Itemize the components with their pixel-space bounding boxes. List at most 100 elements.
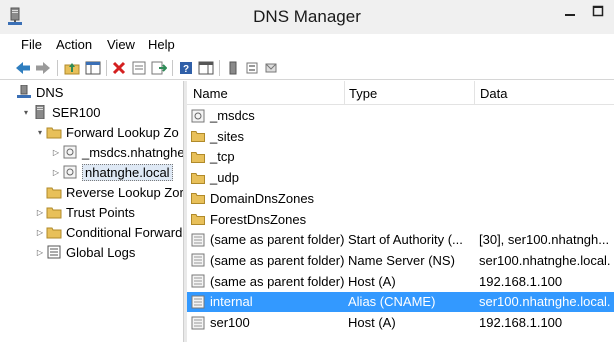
properties-icon[interactable] bbox=[130, 59, 148, 77]
up-folder-icon[interactable] bbox=[63, 59, 81, 77]
record-name: _udp bbox=[210, 170, 239, 186]
record-icon bbox=[191, 274, 205, 288]
menu-action[interactable]: Action bbox=[56, 37, 92, 52]
list-row[interactable]: (same as parent folder) Host (A) 192.168.1… bbox=[187, 272, 614, 292]
cell-name: (same as parent folder) bbox=[191, 274, 345, 289]
folder-icon bbox=[191, 191, 205, 205]
tree-expander[interactable]: ▾ bbox=[34, 128, 46, 137]
record-icon bbox=[191, 253, 205, 267]
record-data: 192.168.1.100 bbox=[479, 315, 563, 330]
record-name: _tcp bbox=[210, 149, 235, 165]
tree-node-forward-lookup-zones[interactable]: ▾ Forward Lookup Zo bbox=[34, 122, 179, 142]
record-name: DomainDnsZones bbox=[210, 190, 315, 206]
column-divider[interactable] bbox=[474, 81, 475, 105]
minimize-button[interactable] bbox=[555, 0, 584, 22]
cell-name: _tcp bbox=[191, 149, 345, 164]
list-row[interactable]: ser100 Host (A) 192.168.1.100 bbox=[187, 313, 614, 333]
tree-node-ser100[interactable]: ▾ SER100 bbox=[20, 102, 100, 122]
cell-name: _msdcs bbox=[191, 108, 345, 123]
column-header-data[interactable]: Data bbox=[480, 86, 507, 101]
dns-icon bbox=[16, 85, 32, 99]
menu-file[interactable]: File bbox=[21, 37, 42, 52]
log-icon bbox=[46, 245, 62, 259]
cell-name: _udp bbox=[191, 170, 345, 185]
tree-expander[interactable]: ▾ bbox=[20, 108, 32, 117]
record-name: (same as parent folder) bbox=[210, 252, 345, 268]
record-data: ser100.nhatnghe.local. bbox=[479, 252, 611, 268]
server-icon bbox=[32, 105, 48, 119]
column-header-name[interactable]: Name bbox=[193, 86, 228, 101]
folder-icon bbox=[191, 129, 205, 143]
list-row[interactable]: _udp bbox=[187, 168, 614, 188]
record-data: [30], ser100.nhatngh... bbox=[479, 232, 610, 248]
tree-label: Reverse Lookup Zor bbox=[66, 184, 183, 200]
tree-label: Forward Lookup Zo bbox=[66, 124, 179, 140]
tree-node-reverse-lookup-zones[interactable]: Reverse Lookup Zor bbox=[34, 182, 183, 202]
cell-name: DomainDnsZones bbox=[191, 191, 345, 206]
column-divider[interactable] bbox=[344, 81, 345, 105]
list-row[interactable]: _sites bbox=[187, 127, 614, 147]
menu-bar: File Action View Help bbox=[0, 34, 614, 56]
record-list: Name Type Data _msdcs _sites _tcp _udp Domai… bbox=[187, 81, 614, 342]
list-row[interactable]: _msdcs bbox=[187, 106, 614, 126]
record-type: Host (A) bbox=[348, 273, 396, 289]
tree-label: Conditional Forward bbox=[66, 224, 183, 240]
tree-node-msdcs-zone[interactable]: ▷ _msdcs.nhatnghe bbox=[50, 142, 183, 162]
show-hide-action-pane-icon[interactable] bbox=[197, 59, 215, 77]
list-row[interactable]: ForestDnsZones bbox=[187, 210, 614, 230]
tree-label: Trust Points bbox=[66, 204, 135, 220]
tree-node-global-logs[interactable]: ▷ Global Logs bbox=[34, 242, 135, 262]
export-list-icon[interactable] bbox=[150, 59, 168, 77]
list-row[interactable]: (same as parent folder) Name Server (NS) s… bbox=[187, 251, 614, 271]
folder-icon bbox=[191, 212, 205, 226]
folder-icon bbox=[191, 150, 205, 164]
forward-arrow-icon[interactable] bbox=[34, 59, 52, 77]
tree-expander[interactable]: ▷ bbox=[50, 148, 62, 157]
new-host-icon[interactable] bbox=[224, 59, 242, 77]
record-name: internal bbox=[210, 294, 253, 310]
back-arrow-icon[interactable] bbox=[14, 59, 32, 77]
svg-text:?: ? bbox=[183, 64, 189, 75]
record-icon bbox=[191, 233, 205, 247]
window-title: DNS Manager bbox=[253, 7, 361, 26]
cell-name: _sites bbox=[191, 129, 345, 144]
folder-icon bbox=[191, 171, 205, 185]
tree-node-conditional-forwarders[interactable]: ▷ Conditional Forward bbox=[34, 222, 182, 242]
tree-expander[interactable]: ▷ bbox=[34, 228, 46, 237]
list-row[interactable]: DomainDnsZones bbox=[187, 189, 614, 209]
tree-node-nhatnghe-local[interactable]: ▷ nhatnghe.local bbox=[50, 162, 173, 182]
tree-expander[interactable]: ▷ bbox=[50, 168, 62, 177]
cell-name: ForestDnsZones bbox=[191, 212, 345, 227]
list-row[interactable]: _tcp bbox=[187, 147, 614, 167]
folder-icon bbox=[46, 125, 62, 139]
help-icon[interactable]: ? bbox=[177, 59, 195, 77]
new-mail-exchanger-icon[interactable] bbox=[262, 59, 280, 77]
record-name: ForestDnsZones bbox=[210, 211, 307, 227]
tree-expander[interactable]: ▷ bbox=[34, 208, 46, 217]
tree-label: Global Logs bbox=[66, 244, 136, 260]
list-row[interactable]: (same as parent folder) Start of Authorit… bbox=[187, 230, 614, 250]
cell-name: internal bbox=[191, 294, 345, 309]
delete-icon[interactable] bbox=[110, 59, 128, 77]
new-alias-icon[interactable] bbox=[243, 59, 261, 77]
toolbar-separator bbox=[106, 60, 107, 76]
maximize-button[interactable] bbox=[584, 0, 612, 22]
record-name: _msdcs bbox=[210, 108, 255, 123]
menu-view[interactable]: View bbox=[107, 37, 135, 52]
tree-label: DNS bbox=[36, 84, 64, 100]
tree-expander[interactable]: ▷ bbox=[34, 248, 46, 257]
tree-node-dns[interactable]: DNS bbox=[4, 82, 63, 102]
menu-help[interactable]: Help bbox=[148, 37, 175, 52]
column-header-type[interactable]: Type bbox=[349, 86, 377, 101]
record-type: Name Server (NS) bbox=[348, 252, 455, 268]
list-row[interactable]: internal Alias (CNAME) ser100.nhatnghe.loc… bbox=[187, 292, 614, 313]
record-icon bbox=[191, 295, 205, 309]
record-data: ser100.nhatnghe.local. bbox=[479, 294, 611, 310]
cell-name: (same as parent folder) bbox=[191, 232, 345, 247]
tree-label: nhatnghe.local bbox=[82, 163, 173, 181]
tree-label: SER100 bbox=[52, 104, 101, 120]
record-name: (same as parent folder) bbox=[210, 232, 345, 248]
show-hide-tree-icon[interactable] bbox=[84, 59, 102, 77]
cell-name: ser100 bbox=[191, 315, 345, 330]
tree-node-trust-points[interactable]: ▷ Trust Points bbox=[34, 202, 135, 222]
